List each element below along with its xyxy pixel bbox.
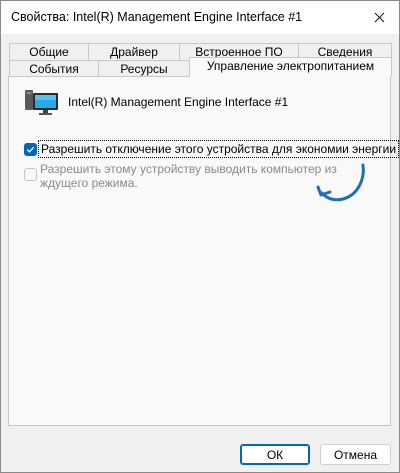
allow-wake-checkbox[interactable] <box>24 168 37 181</box>
tab-driver[interactable]: Драйвер <box>88 43 180 60</box>
close-button[interactable] <box>359 1 399 34</box>
tab-events[interactable]: События <box>9 60 99 77</box>
cancel-button[interactable]: Отмена <box>320 444 391 465</box>
close-icon <box>374 12 384 23</box>
device-name: Intel(R) Management Engine Interface #1 <box>68 95 289 109</box>
title-bar: Свойства: Intel(R) Management Engine Int… <box>1 1 399 34</box>
allow-turn-off-checkbox[interactable] <box>24 143 37 156</box>
tab-panel-power-management <box>8 76 391 426</box>
computer-monitor-icon <box>25 90 58 115</box>
tab-general[interactable]: Общие <box>9 43 89 60</box>
allow-turn-off-label[interactable]: Разрешить отключение этого устройства дл… <box>38 140 400 158</box>
allow-wake-label: Разрешить этому устройству выводить комп… <box>40 162 337 190</box>
window-title: Свойства: Intel(R) Management Engine Int… <box>11 10 303 24</box>
tab-resources[interactable]: Ресурсы <box>98 60 190 77</box>
checkmark-icon <box>26 146 35 153</box>
ok-button[interactable]: ОК <box>240 444 310 465</box>
tab-power-management[interactable]: Управление электропитанием <box>189 57 392 77</box>
properties-dialog: Свойства: Intel(R) Management Engine Int… <box>0 0 400 473</box>
